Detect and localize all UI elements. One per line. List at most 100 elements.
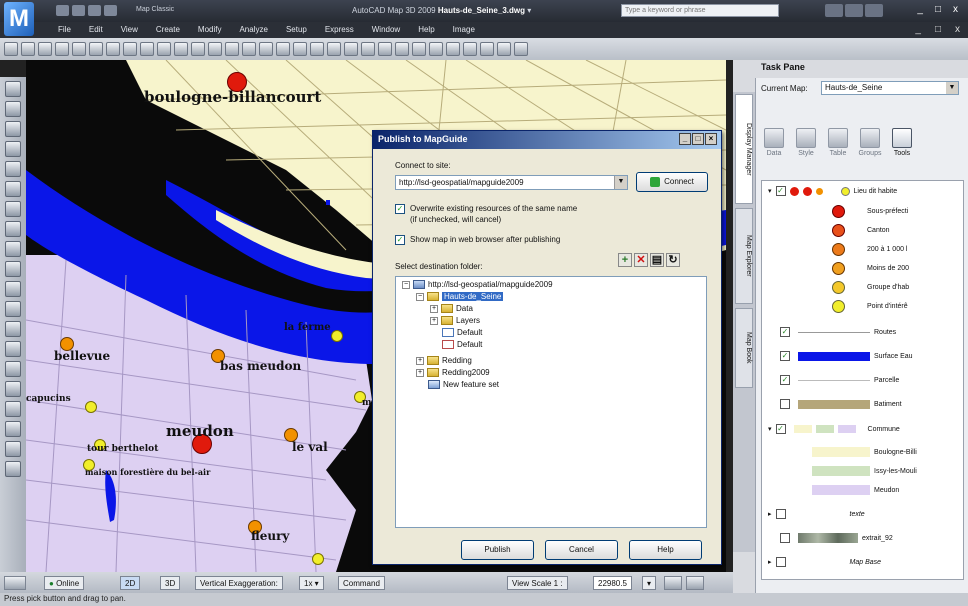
cancel-button[interactable]: Cancel <box>545 540 618 560</box>
map-tool-4-icon[interactable] <box>395 42 409 56</box>
expand-icon[interactable]: + <box>430 304 438 313</box>
table-tool[interactable]: Table <box>825 128 851 157</box>
trim-icon[interactable] <box>5 361 21 377</box>
command-button[interactable]: Command <box>338 576 385 590</box>
menu-file[interactable]: File <box>58 25 71 34</box>
connect-button[interactable]: Connect <box>636 172 708 192</box>
chevron-down-icon[interactable]: ▼ <box>614 176 627 189</box>
help-icon[interactable] <box>259 42 273 56</box>
menu-modify[interactable]: Modify <box>198 25 222 34</box>
app-logo[interactable]: M <box>4 2 34 36</box>
move-icon[interactable] <box>5 301 21 317</box>
layer-checkbox[interactable] <box>780 533 790 543</box>
layer-parcelle[interactable]: ✓ Parcelle <box>780 375 899 385</box>
menu-window[interactable]: Window <box>372 25 400 34</box>
map-tool-8-icon[interactable] <box>463 42 477 56</box>
rectangle-icon[interactable] <box>5 141 21 157</box>
cut-icon[interactable] <box>55 42 69 56</box>
tree-data[interactable]: + Data <box>430 304 473 313</box>
layer-routes[interactable]: ✓ Routes <box>780 327 896 337</box>
point-icon[interactable] <box>5 241 21 257</box>
menu-edit[interactable]: Edit <box>89 25 103 34</box>
layer-batiment[interactable]: Batiment <box>780 399 902 409</box>
scale-dropdown[interactable]: ▾ <box>642 576 657 590</box>
tree-default-2[interactable]: Default <box>442 340 482 349</box>
query-icon[interactable] <box>310 42 324 56</box>
tools-tool[interactable]: Tools <box>889 128 915 157</box>
site-url-combo[interactable]: http://lsd-geospatial/mapguide2009 ▼ <box>395 175 628 190</box>
current-map-select[interactable]: Hauts-de_Seine ▼ <box>821 81 959 95</box>
maximize-button[interactable]: □ <box>935 4 941 15</box>
layer-surface-eau[interactable]: ✓ Surface Eau <box>780 351 913 361</box>
collapse-arrow-icon[interactable]: ▾ <box>768 425 772 433</box>
tree-hauts[interactable]: − Hauts-de_Seine <box>416 292 504 301</box>
chevron-down-icon[interactable]: ▼ <box>946 82 958 94</box>
expand-icon[interactable]: + <box>416 368 424 377</box>
fullscreen-icon[interactable] <box>686 576 704 590</box>
redo-icon[interactable] <box>140 42 154 56</box>
la-ferme-marker[interactable] <box>331 330 343 342</box>
new-icon[interactable] <box>4 42 18 56</box>
expand-arrow-icon[interactable]: ▸ <box>768 510 772 518</box>
save-icon[interactable] <box>88 5 101 16</box>
polyline-icon[interactable] <box>5 101 21 117</box>
online-button[interactable]: ● Online <box>44 576 85 590</box>
collapse-icon[interactable]: − <box>416 292 424 301</box>
hatch-icon[interactable] <box>5 261 21 277</box>
text-icon[interactable] <box>5 281 21 297</box>
menu-setup[interactable]: Setup <box>286 25 307 34</box>
design-center-icon[interactable] <box>242 42 256 56</box>
tree-default-1[interactable]: Default <box>442 328 482 337</box>
layer-checkbox[interactable] <box>775 509 786 519</box>
open-icon[interactable] <box>72 5 85 16</box>
destination-tree[interactable]: − http://lsd-geospatial/mapguide2009 − Hau… <box>395 276 707 528</box>
open-icon[interactable] <box>21 42 35 56</box>
menu-view[interactable]: View <box>121 25 138 34</box>
dialog-minimize-button[interactable]: _ <box>679 133 691 145</box>
tree-root[interactable]: − http://lsd-geospatial/mapguide2009 <box>402 280 553 289</box>
print-icon[interactable] <box>104 5 117 16</box>
point-interet-marker[interactable] <box>312 553 324 565</box>
help-button[interactable]: Help <box>629 540 702 560</box>
menu-help[interactable]: Help <box>418 25 434 34</box>
layer-extrait[interactable]: extrait_92 <box>780 533 893 543</box>
view-3d-button[interactable]: 3D <box>160 576 181 590</box>
close-button[interactable]: x <box>953 4 958 15</box>
layer-map-base[interactable]: ▸ Map Base <box>768 557 881 567</box>
binoculars-icon[interactable] <box>825 4 843 17</box>
map-tool-2-icon[interactable] <box>361 42 375 56</box>
extend-icon[interactable] <box>5 381 21 397</box>
map-tool-6-icon[interactable] <box>429 42 443 56</box>
layer-checkbox[interactable] <box>780 399 790 409</box>
map-tool-9-icon[interactable] <box>480 42 494 56</box>
erase-icon[interactable] <box>5 461 21 477</box>
map-tool-7-icon[interactable] <box>446 42 460 56</box>
paste-icon[interactable] <box>89 42 103 56</box>
attach-icon[interactable] <box>327 42 341 56</box>
array-icon[interactable] <box>5 421 21 437</box>
exaggeration-select[interactable]: 1x ▾ <box>299 576 324 590</box>
map-tool-10-icon[interactable] <box>497 42 511 56</box>
expand-icon[interactable]: + <box>416 356 424 365</box>
circle-icon[interactable] <box>5 181 21 197</box>
zoom-previous-icon[interactable] <box>208 42 222 56</box>
tree-layers[interactable]: + Layers <box>430 316 480 325</box>
polygon-icon[interactable] <box>5 121 21 137</box>
layer-lieu[interactable]: ▾ ✓ Lieu dit habite <box>768 186 897 196</box>
tab-map-explorer[interactable]: Map Explorer <box>735 208 753 304</box>
zoom-window-icon[interactable] <box>191 42 205 56</box>
map-tool-5-icon[interactable] <box>412 42 426 56</box>
layer-commune[interactable]: ▾ ✓ Commune <box>768 424 900 434</box>
menu-image[interactable]: Image <box>453 25 475 34</box>
layer-checkbox[interactable]: ✓ <box>775 186 786 196</box>
layer-texte[interactable]: ▸ texte <box>768 509 865 519</box>
layer-icon[interactable] <box>276 42 290 56</box>
match-properties-icon[interactable] <box>106 42 120 56</box>
tree-redding[interactable]: + Redding <box>416 356 472 365</box>
collapse-arrow-icon[interactable]: ▾ <box>768 187 772 195</box>
dialog-close-button[interactable]: × <box>705 133 717 145</box>
expand-icon[interactable]: + <box>430 316 438 325</box>
new-folder-icon[interactable]: + <box>618 253 632 267</box>
ellipse-icon[interactable] <box>5 221 21 237</box>
view-scale-input[interactable]: 22980.5 <box>593 576 632 590</box>
